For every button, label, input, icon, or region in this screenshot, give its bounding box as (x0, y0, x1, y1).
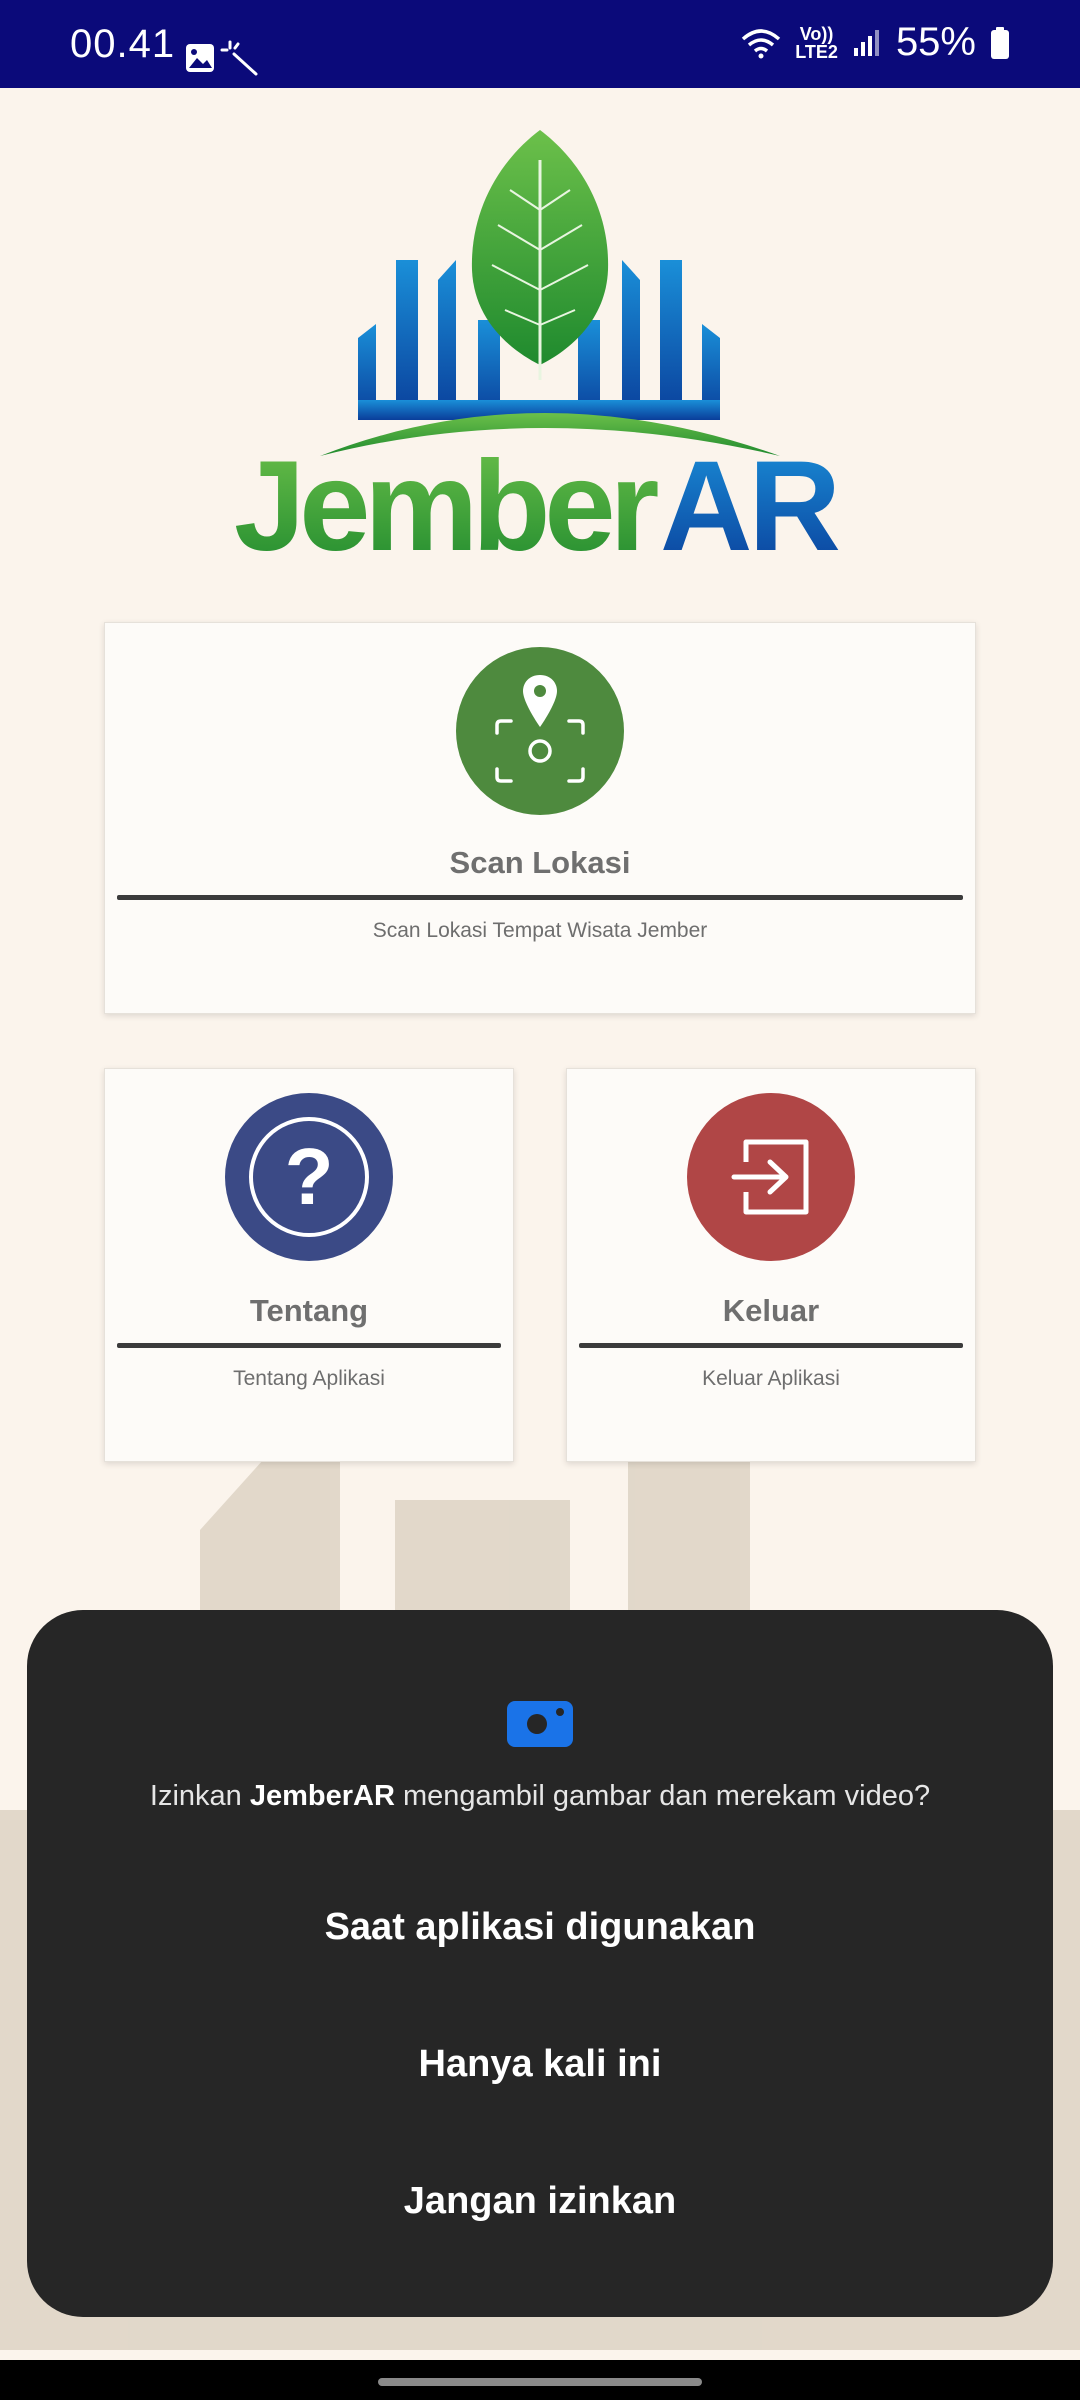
image-icon (186, 44, 214, 72)
deny-button[interactable]: Jangan izinkan (27, 2180, 1053, 2223)
scan-location-subtitle: Scan Lokasi Tempat Wisata Jember (372, 919, 708, 942)
about-divider (117, 1343, 501, 1348)
scan-location-card[interactable]: Scan Lokasi Scan Lokasi Tempat Wisata Je… (104, 622, 976, 1014)
jemberar-logo: Jember AR (234, 130, 842, 560)
status-icons-left (182, 40, 262, 81)
allow-while-using-button[interactable]: Saat aplikasi digunakan (27, 1906, 1053, 1949)
scan-location-divider (117, 895, 963, 900)
home-gesture-handle[interactable] (378, 2378, 702, 2386)
about-icon-circle: ? (225, 1093, 393, 1261)
battery-icon (991, 26, 1009, 59)
exit-card[interactable]: Keluar Keluar Aplikasi (566, 1068, 976, 1462)
exit-divider (579, 1343, 963, 1348)
allow-once-button[interactable]: Hanya kali ini (27, 2043, 1053, 2086)
logo-text-blue: AR (660, 435, 838, 560)
exit-subtitle: Keluar Aplikasi (702, 1367, 840, 1390)
wifi-icon (742, 28, 781, 58)
scan-location-title: Scan Lokasi (449, 845, 631, 880)
scan-location-icon-circle (456, 647, 624, 815)
navigation-bar (0, 2360, 1080, 2400)
camera-icon (507, 1701, 573, 1747)
about-title: Tentang (249, 1293, 369, 1328)
about-card[interactable]: ? Tentang Tentang Aplikasi (104, 1068, 514, 1462)
status-icons-right: Vo)) LTE2 55% (741, 20, 1010, 65)
exit-icon-circle (687, 1093, 855, 1261)
question-icon: ? (249, 1117, 369, 1237)
svg-text:?: ? (285, 1132, 334, 1221)
logo-text-green: Jember (234, 435, 658, 560)
exit-title: Keluar (722, 1293, 820, 1328)
about-subtitle: Tentang Aplikasi (233, 1367, 385, 1390)
signal-icon (853, 29, 879, 56)
permission-question: Izinkan JemberAR mengambil gambar dan me… (149, 1780, 931, 1812)
permission-dialog: Izinkan JemberAR mengambil gambar dan me… (27, 1610, 1053, 2317)
network-label: Vo)) LTE2 (795, 23, 838, 62)
status-time: 00.41 (70, 22, 176, 66)
status-bar: 00.41 Vo)) LTE2 55% (0, 0, 1080, 88)
magic-wand-icon (220, 40, 258, 76)
permission-app-name: JemberAR (249, 1780, 395, 1812)
exit-icon (731, 1139, 809, 1215)
location-scan-icon (495, 675, 585, 783)
battery-percent: 55% (895, 20, 976, 64)
